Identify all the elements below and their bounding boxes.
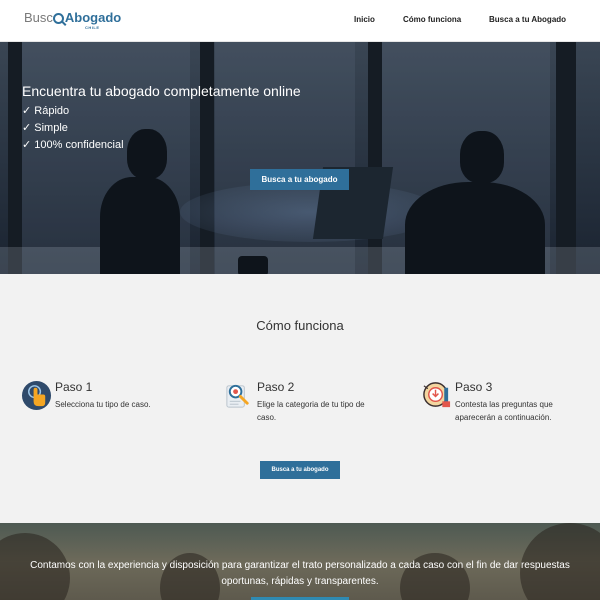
step-1: Paso 1 Selecciona tu tipo de caso.	[21, 380, 181, 430]
person-left-head	[127, 129, 167, 179]
hero-check-item: ✓ Simple	[22, 122, 68, 134]
experience-banner: Contamos con la experiencia y disposició…	[0, 523, 600, 600]
hand-pointer-icon	[21, 380, 52, 411]
step-title: Paso 2	[257, 380, 295, 394]
person-right-head	[460, 131, 504, 183]
hero-glow	[180, 182, 440, 242]
document-search-icon	[226, 384, 249, 408]
experience-text: Contamos con la experiencia y disposició…	[30, 560, 570, 587]
how-it-works-section: Cómo funciona Paso 1 Selecciona tu tipo …	[0, 274, 600, 523]
nav-inicio[interactable]: Inicio	[354, 15, 375, 24]
logo-text-busc: Busc	[24, 10, 53, 25]
hero-check-item: ✓ Rápido	[22, 105, 70, 117]
section-title: Cómo funciona	[256, 318, 344, 333]
site-logo[interactable]: Busc Abogado CHILE	[24, 10, 121, 34]
step-description: Contesta las preguntas que aparecerán a …	[455, 400, 553, 422]
magnifier-icon	[52, 13, 64, 24]
step-3: Paso 3 Contesta las preguntas que aparec…	[421, 380, 581, 430]
hero-check-item: ✓ 100% confidencial	[22, 139, 124, 151]
nav-busca-abogado[interactable]: Busca a tu Abogado	[489, 15, 566, 24]
idea-head-icon	[423, 382, 451, 408]
step-2: Paso 2 Elige la categoria de tu tipo de …	[223, 380, 383, 430]
logo-text-abogado: Abogado	[64, 10, 122, 25]
section-search-button[interactable]: Busca a tu abogado	[260, 461, 340, 479]
coffee-mug	[238, 256, 268, 274]
hero-banner: Encuentra tu abogado completamente onlin…	[0, 42, 600, 274]
site-header: Busc Abogado CHILE Inicio Cómo funciona …	[0, 0, 600, 42]
hero-title: Encuentra tu abogado completamente onlin…	[22, 83, 301, 99]
step-title: Paso 1	[55, 380, 93, 394]
person-left-body	[100, 177, 180, 274]
hero-pillar	[368, 42, 382, 274]
logo-subtext: CHILE	[85, 25, 100, 30]
step-description: Elige la categoria de tu tipo de caso.	[257, 400, 365, 422]
nav-como-funciona[interactable]: Cómo funciona	[403, 15, 461, 24]
hero-search-button[interactable]: Busca a tu abogado	[250, 169, 349, 190]
step-description: Selecciona tu tipo de caso.	[55, 400, 151, 409]
hero-pillar	[8, 42, 22, 274]
step-title: Paso 3	[455, 380, 493, 394]
person-right-body	[405, 182, 545, 274]
hero-pillar	[556, 42, 576, 274]
hero-pillar	[200, 42, 214, 274]
